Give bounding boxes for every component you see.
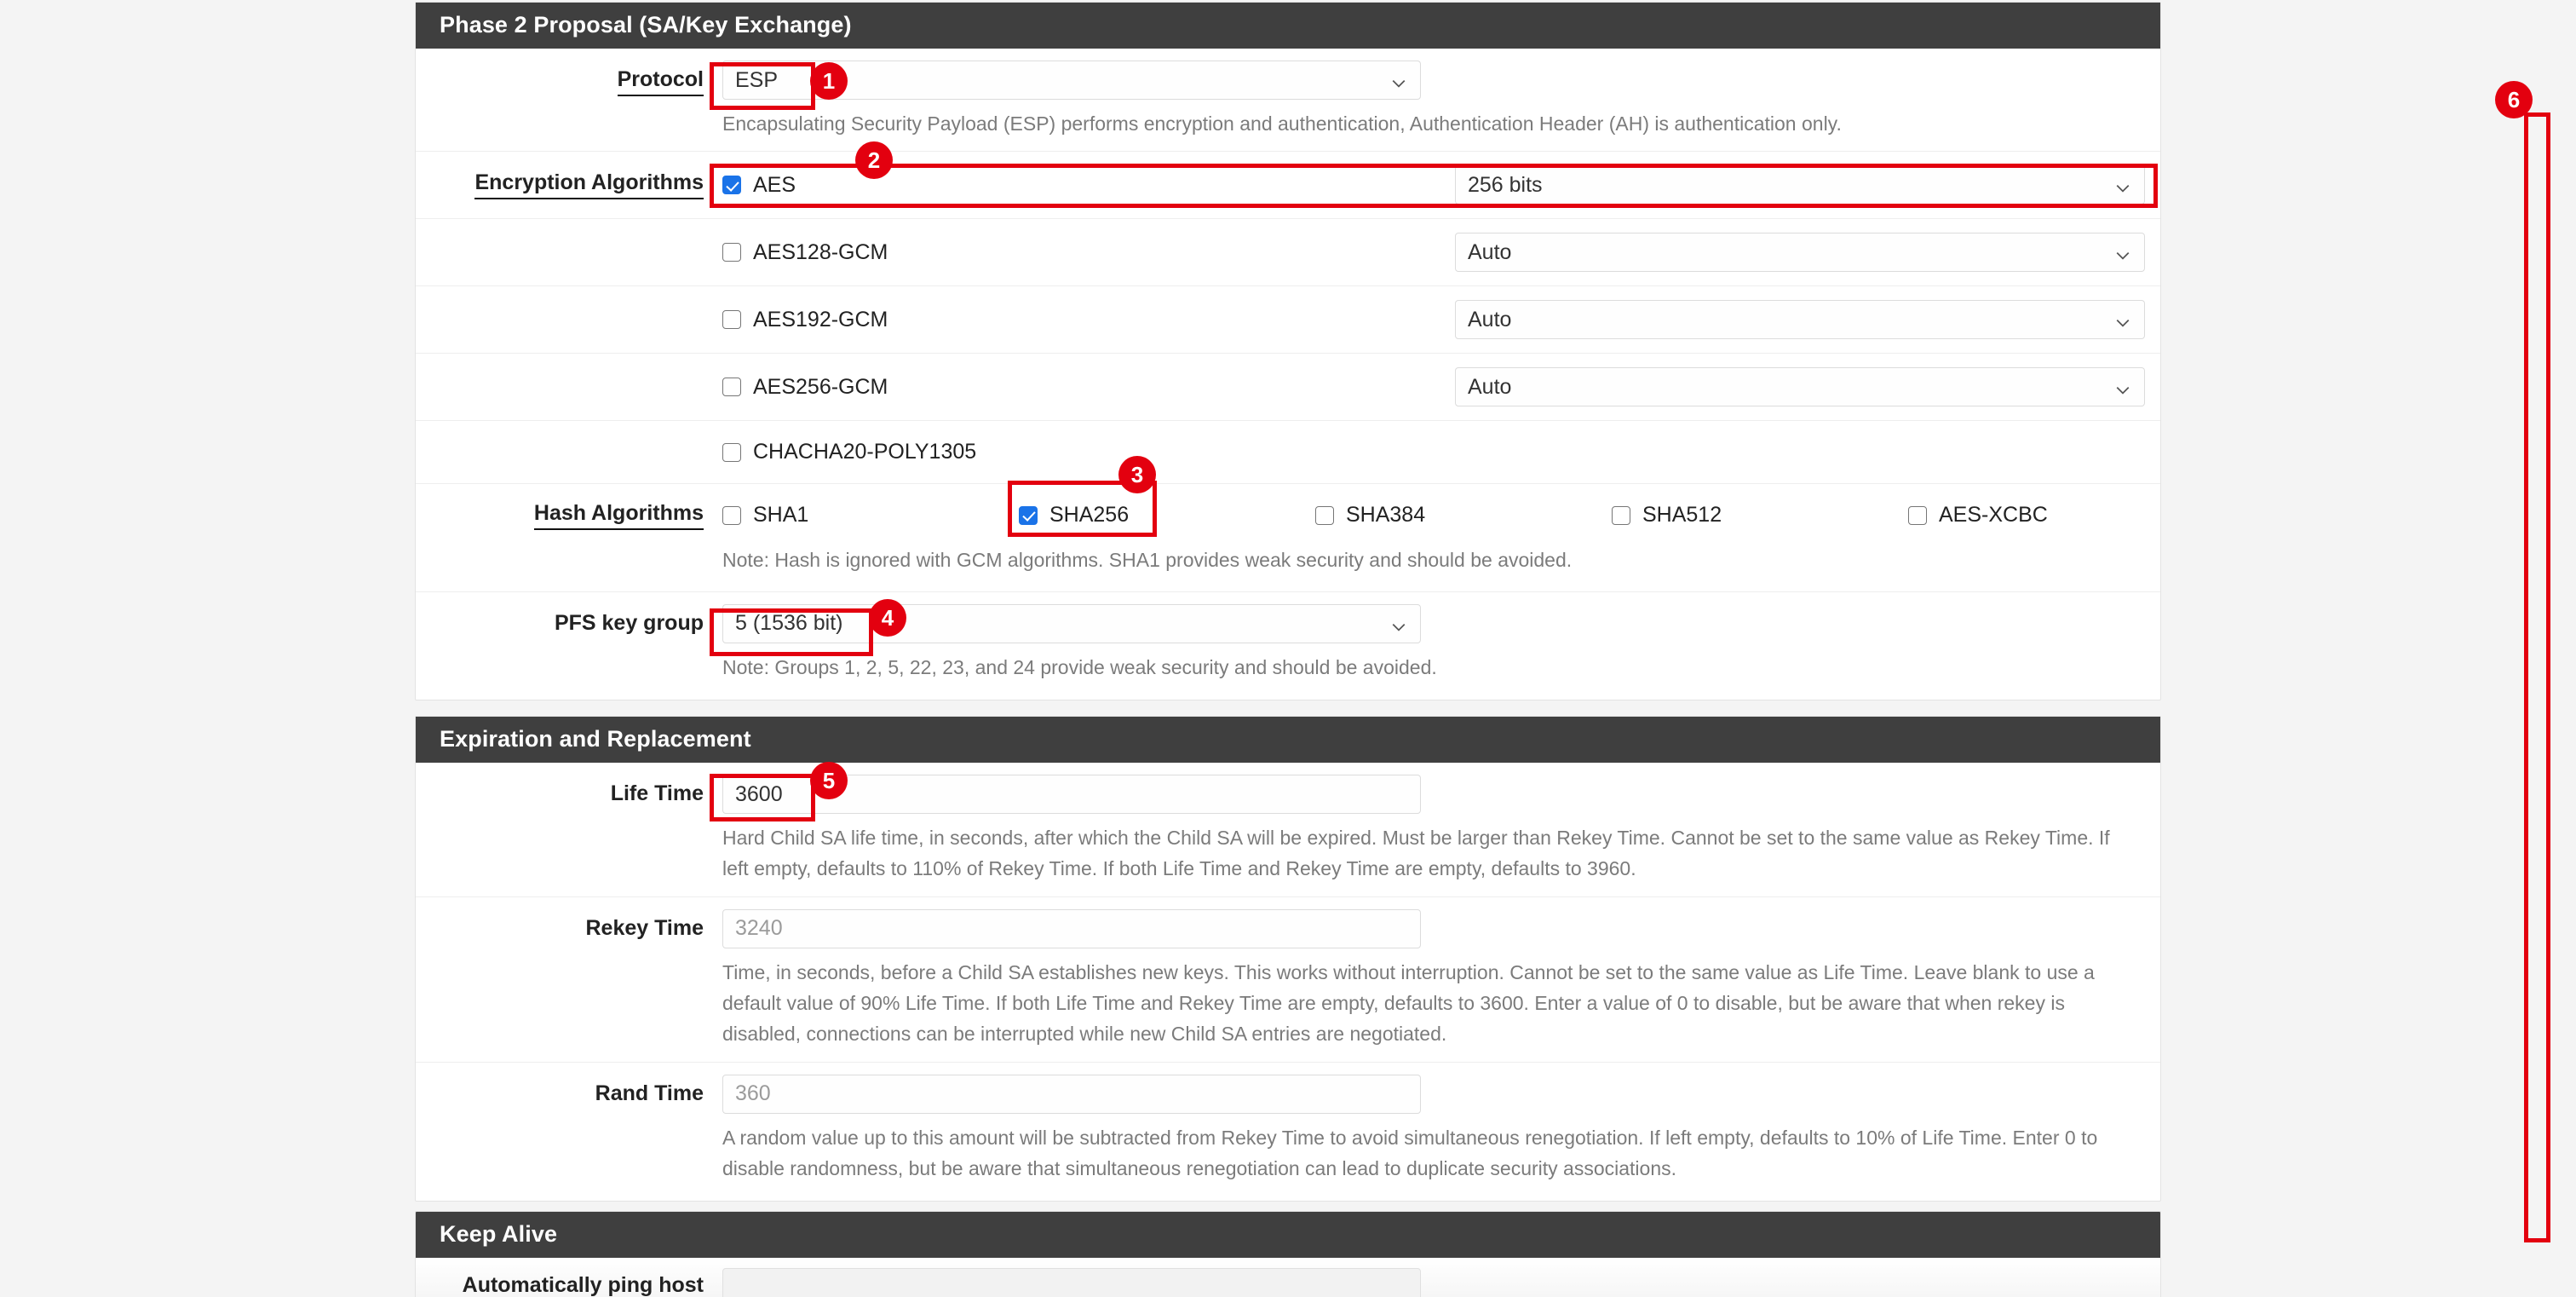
pfs-key-group-label: PFS key group (554, 610, 704, 635)
aes192-gcm-checkbox[interactable]: AES192-GCM (722, 308, 1455, 332)
chacha20-poly1305-label: CHACHA20-POLY1305 (753, 440, 977, 464)
keep-alive-section-header: Keep Alive (416, 1212, 2160, 1258)
checkbox-icon (722, 176, 741, 195)
checkbox-icon (722, 442, 741, 462)
aes-xcbc-checkbox[interactable]: AES-XCBC (1908, 503, 2205, 527)
aes128-gcm-checkbox[interactable]: AES128-GCM (722, 240, 1455, 265)
ping-host-label: Automatically ping host (462, 1273, 704, 1297)
aes-keylength-select[interactable]: 256 bits (1455, 165, 2145, 205)
checkbox-icon (722, 378, 741, 397)
checkbox-icon (722, 505, 741, 525)
phase2-proposal-panel: Phase 2 Proposal (SA/Key Exchange) Proto… (415, 2, 2161, 700)
encryption-algorithms-label: Encryption Algorithms (416, 152, 722, 200)
sha384-checkbox[interactable]: SHA384 (1315, 503, 1612, 527)
annotation-marker-2: 2 (855, 141, 893, 179)
hash-algorithms-hint: Note: Hash is ignored with GCM algorithm… (722, 549, 1573, 572)
protocol-hint: Encapsulating Security Payload (ESP) per… (722, 112, 1842, 135)
aes256-gcm-label: AES256-GCM (753, 374, 888, 399)
rand-time-hint: A random value up to this amount will be… (722, 1126, 2098, 1179)
chevron-down-icon (2115, 245, 2130, 260)
checkbox-icon (1612, 505, 1630, 525)
life-time-row: Life Time 3600 Hard Child SA life time, … (416, 763, 2160, 897)
phase2-section-header: Phase 2 Proposal (SA/Key Exchange) (416, 3, 2160, 49)
rekey-time-row: Rekey Time 3240 Time, in seconds, before… (416, 897, 2160, 1063)
sha256-checkbox[interactable]: SHA256 (1019, 503, 1315, 527)
rekey-time-label: Rekey Time (585, 915, 704, 940)
aes-label: AES (753, 172, 796, 197)
checkbox-icon (722, 310, 741, 330)
encryption-row-aes: Encryption Algorithms AES 256 bits (416, 152, 2160, 220)
checkbox-icon (1019, 505, 1038, 525)
encryption-row-chacha20: CHACHA20-POLY1305 (416, 421, 2160, 485)
aes-checkbox[interactable]: AES (722, 173, 1455, 198)
sha1-label: SHA1 (753, 503, 809, 527)
life-time-hint: Hard Child SA life time, in seconds, aft… (722, 827, 2110, 880)
sha384-label: SHA384 (1346, 503, 1426, 527)
aes-keylength-value: 256 bits (1468, 172, 1543, 197)
rekey-time-placeholder: 3240 (735, 916, 783, 941)
protocol-select-value: ESP (735, 67, 779, 92)
ping-host-input[interactable] (722, 1268, 1421, 1297)
ping-host-row: Automatically ping host (416, 1258, 2160, 1297)
checkbox-icon (1908, 505, 1927, 525)
annotation-box-6 (2524, 112, 2550, 1242)
pfs-key-group-value: 5 (1536 bit) (735, 611, 843, 636)
expiration-replacement-panel: Expiration and Replacement Life Time 360… (415, 716, 2161, 1202)
aes192-gcm-keylength-select[interactable]: Auto (1455, 300, 2145, 340)
life-time-value: 3600 (735, 781, 783, 806)
rand-time-label: Rand Time (595, 1081, 704, 1105)
aes192-gcm-label: AES192-GCM (753, 307, 888, 331)
rand-time-input[interactable]: 360 (722, 1074, 1421, 1114)
aes128-gcm-keylength-select[interactable]: Auto (1455, 233, 2145, 273)
aes192-gcm-keylength-value: Auto (1468, 307, 1512, 331)
aes-xcbc-label: AES-XCBC (1939, 503, 2048, 527)
chevron-down-icon (2115, 312, 2130, 327)
encryption-row-aes192gcm: AES192-GCM Auto (416, 286, 2160, 355)
rekey-time-hint: Time, in seconds, before a Child SA esta… (722, 960, 2095, 1046)
chevron-down-icon (2115, 177, 2130, 193)
expiration-section-header: Expiration and Replacement (416, 717, 2160, 763)
rand-time-row: Rand Time 360 A random value up to this … (416, 1063, 2160, 1202)
checkbox-icon (1315, 505, 1334, 525)
hash-algorithms-row: Hash Algorithms SHA1 SHA256 SHA384 SHA51… (416, 484, 2160, 592)
rekey-time-input[interactable]: 3240 (722, 908, 1421, 948)
sha256-label: SHA256 (1049, 503, 1130, 527)
page-root: Phase 2 Proposal (SA/Key Exchange) Proto… (0, 0, 2576, 1297)
protocol-label: Protocol (416, 49, 722, 96)
aes256-gcm-checkbox[interactable]: AES256-GCM (722, 375, 1455, 400)
checkbox-icon (722, 243, 741, 262)
aes256-gcm-keylength-select[interactable]: Auto (1455, 367, 2145, 407)
sha512-checkbox[interactable]: SHA512 (1612, 503, 1908, 527)
chacha20-poly1305-checkbox[interactable]: CHACHA20-POLY1305 (722, 440, 1455, 464)
aes128-gcm-keylength-value: Auto (1468, 239, 1512, 264)
pfs-key-group-select[interactable]: 5 (1536 bit) (722, 603, 1421, 643)
annotation-marker-5: 5 (810, 762, 848, 799)
rand-time-placeholder: 360 (735, 1081, 771, 1106)
pfs-key-group-hint: Note: Groups 1, 2, 5, 22, 23, and 24 pro… (722, 655, 1437, 678)
keep-alive-panel: Keep Alive Automatically ping host (415, 1211, 2161, 1297)
encryption-row-aes256gcm: AES256-GCM Auto (416, 354, 2160, 422)
pfs-key-group-row: PFS key group 5 (1536 bit) Note: Groups … (416, 592, 2160, 700)
aes256-gcm-keylength-value: Auto (1468, 374, 1512, 399)
annotation-marker-3: 3 (1118, 456, 1156, 493)
chevron-down-icon (1391, 72, 1406, 88)
sha512-label: SHA512 (1642, 503, 1722, 527)
chevron-down-icon (1391, 616, 1406, 631)
protocol-row: Protocol ESP Encapsulating Security Payl… (416, 49, 2160, 153)
annotation-marker-1: 1 (810, 62, 848, 100)
hash-algorithms-label: Hash Algorithms (416, 484, 722, 531)
annotation-marker-4: 4 (869, 599, 906, 637)
annotation-marker-6: 6 (2495, 81, 2533, 118)
aes128-gcm-label: AES128-GCM (753, 239, 888, 264)
encryption-row-aes128gcm: AES128-GCM Auto (416, 219, 2160, 287)
sha1-checkbox[interactable]: SHA1 (722, 503, 1019, 527)
chevron-down-icon (2115, 379, 2130, 395)
life-time-label: Life Time (610, 781, 704, 805)
